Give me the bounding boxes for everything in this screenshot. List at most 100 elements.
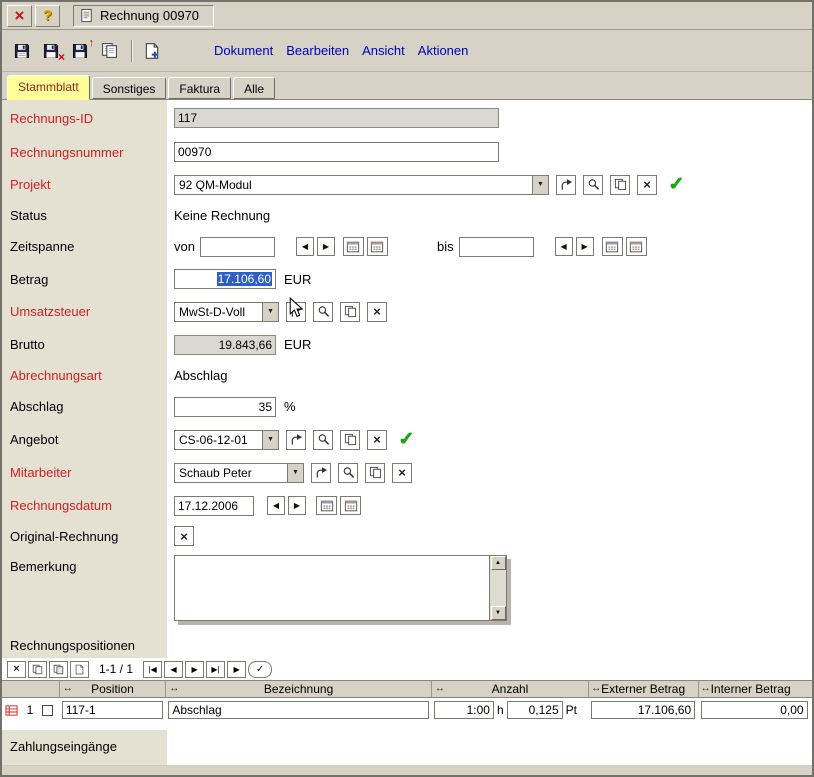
umsatzsteuer-search-button[interactable] — [313, 302, 333, 322]
positions-row[interactable]: 1 117-1 h Pt — [2, 698, 812, 722]
new-document-button[interactable] — [139, 39, 165, 63]
row-checkbox[interactable] — [42, 705, 53, 716]
betrag-input[interactable]: 17.106,60 — [174, 269, 276, 289]
copy-document-button[interactable] — [96, 39, 122, 63]
save-discard-button[interactable]: × — [38, 39, 64, 63]
new-document-icon — [143, 42, 161, 60]
sort-icon[interactable]: ↔ — [169, 684, 179, 694]
bemerkung-textarea[interactable]: ▲ ▼ — [174, 555, 507, 621]
clear-icon: × — [398, 466, 406, 479]
brutto-field: 19.843,66 — [174, 335, 276, 355]
umsatzsteuer-select[interactable]: MwSt-D-Voll ▼ — [174, 302, 279, 322]
projekt-search-button[interactable] — [583, 175, 603, 195]
row-intern-input[interactable] — [701, 701, 808, 719]
angebot-copy-button[interactable] — [340, 430, 360, 450]
form-row-bemerkung: Bemerkung ▲ ▼ — [2, 550, 812, 632]
mitarbeiter-search-button[interactable] — [338, 463, 358, 483]
rechnungsnummer-input[interactable] — [174, 142, 499, 162]
mitarbeiter-goto-button[interactable] — [311, 463, 331, 483]
von-next-day-button[interactable]: ▶ — [317, 237, 335, 256]
datum-calendar-alt-button[interactable] — [340, 496, 361, 515]
mitarbeiter-copy-button[interactable] — [365, 463, 385, 483]
umsatzsteuer-goto-button[interactable] — [286, 302, 306, 322]
sort-icon[interactable]: ↔ — [591, 684, 601, 694]
sort-icon[interactable]: ↔ — [435, 684, 445, 694]
original-rechnung-clear-button[interactable]: × — [174, 526, 194, 546]
nav-prev-button[interactable]: ◀ — [164, 661, 183, 678]
sort-icon[interactable]: ↔ — [63, 684, 73, 694]
datum-calendar-button[interactable] — [316, 496, 337, 515]
projekt-clear-button[interactable]: × — [637, 175, 657, 195]
chevron-down-icon[interactable]: ▼ — [532, 176, 548, 194]
von-prev-day-button[interactable]: ◀ — [296, 237, 314, 256]
scroll-down-button[interactable]: ▼ — [491, 606, 506, 620]
col-position-label[interactable]: Position — [91, 682, 134, 696]
form-row-rechnungsdatum: Rechnungsdatum ◀ ▶ — [2, 489, 812, 522]
von-calendar-button[interactable] — [343, 237, 364, 256]
tab-sonstiges[interactable]: Sonstiges — [92, 77, 167, 99]
menu-item-dokument[interactable]: Dokument — [214, 43, 273, 58]
col-extern-label[interactable]: Externer Betrag — [601, 682, 685, 696]
positions-select-menu-button[interactable]: ✓ — [248, 661, 272, 678]
col-bezeichnung-label[interactable]: Bezeichnung — [264, 682, 333, 696]
header-cell-position: ↔ Position — [60, 681, 166, 697]
col-intern-label[interactable]: Interner Betrag — [711, 682, 791, 696]
von-calendar-alt-button[interactable] — [367, 237, 388, 256]
angebot-goto-button[interactable] — [286, 430, 306, 450]
abschlag-input[interactable] — [174, 397, 276, 417]
positions-paste-button[interactable] — [49, 661, 68, 678]
datum-next-day-button[interactable]: ▶ — [288, 496, 306, 515]
abrechnungsart-value: Abschlag — [174, 368, 227, 383]
bis-next-day-button[interactable]: ▶ — [576, 237, 594, 256]
zeitspanne-bis-input[interactable] — [459, 237, 534, 257]
menu-item-aktionen[interactable]: Aktionen — [418, 43, 469, 58]
chevron-down-icon[interactable]: ▼ — [262, 431, 278, 449]
mitarbeiter-clear-button[interactable]: × — [392, 463, 412, 483]
mitarbeiter-select[interactable]: Schaub Peter ▼ — [174, 463, 304, 483]
bemerkung-label: Bemerkung — [2, 550, 167, 632]
chevron-down-icon[interactable]: ▼ — [262, 303, 278, 321]
chevron-down-icon[interactable]: ▼ — [287, 464, 303, 482]
umsatzsteuer-clear-button[interactable]: × — [367, 302, 387, 322]
nav-first-button[interactable]: |◀ — [143, 661, 162, 678]
projekt-copy-button[interactable] — [610, 175, 630, 195]
nav-last-button[interactable]: ▶| — [206, 661, 225, 678]
row-anzahl-h-input[interactable] — [434, 701, 494, 719]
tab-faktura[interactable]: Faktura — [168, 77, 231, 99]
save-close-button[interactable]: ↑ — [67, 39, 93, 63]
tab-stammblatt[interactable]: Stammblatt — [7, 75, 90, 100]
row-bezeichnung-input[interactable] — [168, 701, 429, 719]
nav-goto-button[interactable]: ▶ — [227, 661, 246, 678]
bis-prev-day-button[interactable]: ◀ — [555, 237, 573, 256]
projekt-select[interactable]: 92 QM-Modul ▼ — [174, 175, 549, 195]
help-button[interactable]: ? — [35, 5, 60, 27]
umsatzsteuer-copy-button[interactable] — [340, 302, 360, 322]
positions-delete-button[interactable]: × — [7, 661, 26, 678]
bis-calendar-button[interactable] — [602, 237, 623, 256]
zeitspanne-von-input[interactable] — [200, 237, 275, 257]
menu-item-ansicht[interactable]: Ansicht — [362, 43, 405, 58]
row-extern-input[interactable] — [591, 701, 695, 719]
datum-prev-day-button[interactable]: ◀ — [267, 496, 285, 515]
angebot-clear-button[interactable]: × — [367, 430, 387, 450]
nav-next-button[interactable]: ▶ — [185, 661, 204, 678]
form-row-betrag: Betrag 17.106,60 EUR — [2, 263, 812, 295]
angebot-search-button[interactable] — [313, 430, 333, 450]
close-button[interactable]: × — [7, 5, 32, 27]
tabbar: Stammblatt Sonstiges Faktura Alle — [2, 72, 812, 100]
angebot-select[interactable]: CS-06-12-01 ▼ — [174, 430, 279, 450]
rechnungsdatum-input[interactable] — [174, 496, 254, 516]
projekt-goto-button[interactable] — [556, 175, 576, 195]
positions-copy-button[interactable] — [28, 661, 47, 678]
col-anzahl-label[interactable]: Anzahl — [492, 682, 529, 696]
scroll-up-button[interactable]: ▲ — [491, 556, 506, 570]
bemerkung-scrollbar[interactable]: ▲ ▼ — [489, 556, 506, 620]
save-button[interactable] — [9, 39, 35, 63]
tab-alle[interactable]: Alle — [233, 77, 275, 99]
row-anzahl-pt-input[interactable] — [507, 701, 563, 719]
bis-calendar-alt-button[interactable] — [626, 237, 647, 256]
goto-icon — [290, 433, 303, 446]
sort-icon[interactable]: ↔ — [701, 684, 711, 694]
menu-item-bearbeiten[interactable]: Bearbeiten — [286, 43, 349, 58]
positions-new-row-button[interactable] — [70, 661, 89, 678]
